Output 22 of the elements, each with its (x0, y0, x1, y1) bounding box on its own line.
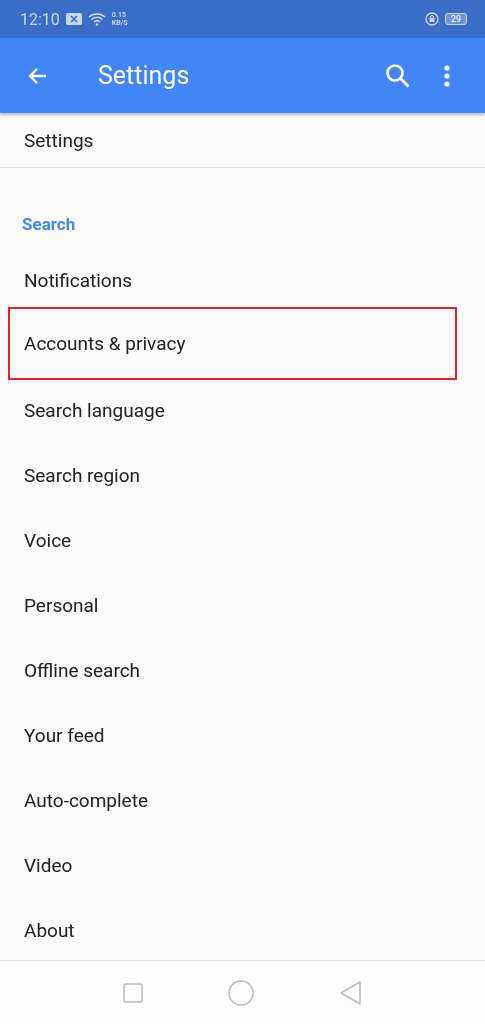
settings-item[interactable]: Search language (0, 378, 485, 443)
settings-item[interactable]: Voice (0, 508, 485, 573)
section-header: Search (22, 214, 76, 234)
home-icon[interactable] (228, 979, 255, 1006)
wifi-icon (87, 12, 106, 26)
settings-item[interactable]: Accounts & privacy (8, 307, 457, 380)
settings-item[interactable]: Offline search (0, 638, 485, 703)
settings-item[interactable]: About (0, 898, 485, 963)
notification-icon (65, 13, 82, 25)
settings-item[interactable]: Video (0, 833, 485, 898)
back-icon[interactable] (340, 980, 363, 1005)
search-icon[interactable] (385, 62, 411, 89)
battery-level: 29 (444, 13, 467, 25)
settings-item[interactable]: Search region (0, 443, 485, 508)
clock: 12:10 (20, 9, 60, 29)
settings-item[interactable]: Personal (0, 573, 485, 638)
settings-item[interactable]: Your feed (0, 703, 485, 768)
settings-item[interactable]: Auto-complete (0, 768, 485, 833)
settings-item[interactable]: Settings (0, 113, 485, 168)
more-options-icon[interactable] (443, 64, 451, 87)
lock-icon (424, 12, 439, 26)
screen-title: Settings (98, 61, 191, 90)
